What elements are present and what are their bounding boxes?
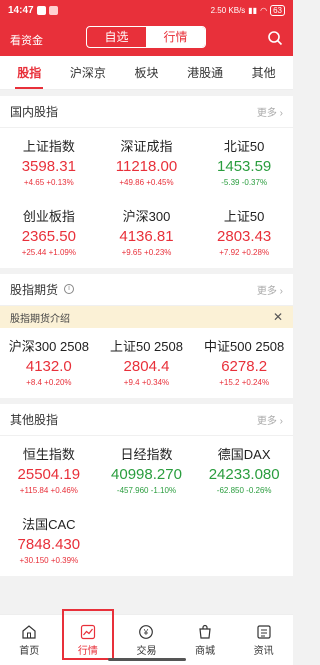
home-icon bbox=[22, 624, 36, 639]
quote-value: 11218.00 bbox=[115, 158, 178, 175]
quote-value: 2804.4 bbox=[123, 358, 170, 375]
app-header: 看资金 自选 行情 bbox=[0, 20, 293, 56]
quote-cell[interactable]: 中证500 2508 6278.2 +15.2 +0.24% bbox=[195, 328, 293, 398]
quote-change: +25.44 +1.09% bbox=[21, 248, 76, 257]
quote-value: 6278.2 bbox=[221, 358, 268, 375]
quote-name: 创业板指 bbox=[22, 209, 75, 224]
quote-cell[interactable]: 日经指数 40998.270 -457.960 -1.10% bbox=[98, 436, 196, 506]
section-title: 其他股指 bbox=[10, 413, 59, 427]
info-icon[interactable]: i bbox=[64, 284, 75, 295]
quote-change: +30.150 +0.39% bbox=[19, 556, 79, 565]
wifi-icon: ◠ bbox=[260, 5, 268, 15]
other-index-section: 其他股指 更多 › 恒生指数 25504.19 +115.84 +0.46% 日经指数… bbox=[0, 404, 293, 576]
news-icon bbox=[257, 624, 271, 639]
futures-section: 股指期货 i 更多 › 股指期货介绍 ✕ 沪深300 2508 4132.0 +8.4… bbox=[0, 274, 293, 398]
capital-flow-link[interactable]: 看资金 bbox=[10, 32, 43, 48]
trade-icon: ¥ bbox=[139, 624, 154, 639]
quote-change: +7.92 +0.28% bbox=[219, 248, 270, 257]
quote-name: 恒生指数 bbox=[22, 447, 75, 462]
futures-intro-banner[interactable]: 股指期货介绍 ✕ bbox=[0, 306, 293, 328]
tab-other[interactable]: 其他 bbox=[234, 57, 293, 89]
quote-value: 24233.080 bbox=[208, 466, 280, 483]
quote-name: 德国DAX bbox=[217, 447, 271, 462]
quote-change: +9.65 +0.23% bbox=[121, 248, 172, 257]
quote-change: +49.86 +0.45% bbox=[119, 178, 174, 187]
quote-change: -457.960 -1.10% bbox=[116, 486, 177, 495]
mall-icon bbox=[199, 624, 211, 639]
quote-cell[interactable]: 深证成指 11218.00 +49.86 +0.45% bbox=[98, 128, 196, 198]
quote-name: 沪深300 bbox=[122, 209, 171, 224]
quote-value: 2365.50 bbox=[21, 228, 76, 245]
quote-cell[interactable]: 上证50 2803.43 +7.92 +0.28% bbox=[195, 198, 293, 268]
tab-watchlist[interactable]: 自选 bbox=[87, 27, 146, 47]
quote-change: +4.65 +0.13% bbox=[23, 178, 74, 187]
quote-value: 1453.59 bbox=[217, 158, 272, 175]
quote-cell[interactable]: 上证指数 3598.31 +4.65 +0.13% bbox=[0, 128, 98, 198]
tab-index[interactable]: 股指 bbox=[0, 57, 59, 89]
more-link[interactable]: 更多 › bbox=[257, 412, 283, 427]
quote-name: 上证50 2508 bbox=[109, 339, 183, 354]
domestic-index-section: 国内股指 更多 › 上证指数 3598.31 +4.65 +0.13% 深证成指 112… bbox=[0, 96, 293, 268]
more-link[interactable]: 更多 › bbox=[257, 104, 283, 119]
section-title: 国内股指 bbox=[10, 105, 59, 119]
quote-cell[interactable]: 德国DAX 24233.080 -62.850 -0.26% bbox=[195, 436, 293, 506]
home-indicator bbox=[108, 658, 186, 661]
market-tabs: 股指 沪深京 板块 港股通 其他 bbox=[0, 56, 293, 90]
quote-cell[interactable]: 法国CAC 7848.430 +30.150 +0.39% bbox=[0, 506, 98, 576]
quote-name: 中证500 2508 bbox=[204, 339, 285, 354]
network-speed: 2.50 KB/s bbox=[210, 5, 246, 15]
quote-change: -62.850 -0.26% bbox=[216, 486, 272, 495]
quote-value: 25504.19 bbox=[17, 466, 81, 483]
quote-value: 4132.0 bbox=[25, 358, 72, 375]
quote-name: 上证指数 bbox=[22, 139, 75, 154]
status-bar: 14:47 2.50 KB/s ▮▮ ◠ 63 bbox=[0, 0, 293, 20]
tab-market[interactable]: 行情 bbox=[146, 27, 205, 47]
quote-cell[interactable]: 创业板指 2365.50 +25.44 +1.09% bbox=[0, 198, 98, 268]
quote-name: 上证50 bbox=[223, 209, 265, 224]
quote-change: +115.84 +0.46% bbox=[19, 486, 78, 495]
quote-change: +8.4 +0.20% bbox=[26, 378, 72, 387]
quote-name: 北证50 bbox=[223, 139, 265, 154]
search-icon[interactable] bbox=[267, 30, 283, 46]
close-icon[interactable]: ✕ bbox=[273, 310, 283, 324]
tab-hk-connect[interactable]: 港股通 bbox=[176, 57, 235, 89]
quote-cell[interactable]: 沪深300 2508 4132.0 +8.4 +0.20% bbox=[0, 328, 98, 398]
more-link[interactable]: 更多 › bbox=[257, 282, 283, 297]
quote-name: 日经指数 bbox=[120, 447, 173, 462]
quote-change: +15.2 +0.24% bbox=[219, 378, 270, 387]
nav-news[interactable]: 资讯 bbox=[234, 615, 293, 665]
quote-change: +9.4 +0.34% bbox=[123, 378, 170, 387]
quote-value: 3598.31 bbox=[21, 158, 76, 175]
quote-cell[interactable]: 北证50 1453.59 -5.39 -0.37% bbox=[195, 128, 293, 198]
quote-value: 2803.43 bbox=[217, 228, 272, 245]
quote-change: -5.39 -0.37% bbox=[221, 178, 268, 187]
quote-value: 4136.81 bbox=[119, 228, 174, 245]
chart-icon bbox=[80, 624, 95, 639]
quote-name: 深证成指 bbox=[120, 139, 173, 154]
quote-value: 40998.270 bbox=[111, 466, 182, 483]
view-switch: 自选 行情 bbox=[86, 26, 206, 48]
section-title: 股指期货 bbox=[10, 282, 59, 297]
quote-cell[interactable]: 上证50 2508 2804.4 +9.4 +0.34% bbox=[98, 328, 196, 398]
notification-app-icon bbox=[48, 5, 58, 15]
tab-sh-sz-bj[interactable]: 沪深京 bbox=[59, 57, 118, 89]
banner-text: 股指期货介绍 bbox=[10, 313, 70, 325]
tab-sector[interactable]: 板块 bbox=[117, 57, 176, 89]
quote-cell[interactable]: 恒生指数 25504.19 +115.84 +0.46% bbox=[0, 436, 98, 506]
battery-icon: 63 bbox=[270, 4, 285, 16]
nav-home[interactable]: 首页 bbox=[0, 615, 59, 665]
notification-app-icon bbox=[36, 5, 46, 15]
quote-value: 7848.430 bbox=[17, 536, 81, 553]
quote-name: 沪深300 2508 bbox=[8, 339, 89, 354]
quote-name: 法国CAC bbox=[22, 517, 76, 532]
status-time: 14:47 bbox=[8, 4, 34, 16]
quote-cell[interactable]: 沪深300 4136.81 +9.65 +0.23% bbox=[98, 198, 196, 268]
svg-text:¥: ¥ bbox=[143, 628, 149, 637]
signal-icon: ▮▮ bbox=[248, 5, 258, 15]
